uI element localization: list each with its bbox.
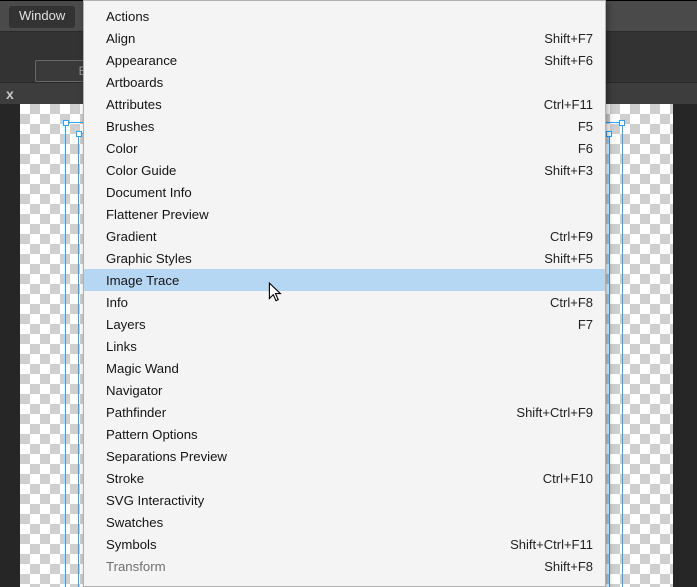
menu-item-label: Graphic Styles: [106, 251, 544, 266]
menu-item-shortcut: Ctrl+F8: [550, 295, 593, 310]
menu-item[interactable]: AlignShift+F7: [84, 27, 605, 49]
menu-item-label: Flattener Preview: [106, 207, 593, 222]
menu-item[interactable]: Graphic StylesShift+F5: [84, 247, 605, 269]
menu-window[interactable]: Window: [9, 6, 75, 28]
menu-item[interactable]: Artboards: [84, 71, 605, 93]
document-tab-close-icon[interactable]: x: [0, 83, 14, 105]
menu-item-label: Layers: [106, 317, 578, 332]
menu-item-label: Document Info: [106, 185, 593, 200]
menu-item[interactable]: InfoCtrl+F8: [84, 291, 605, 313]
menu-item-label: Brushes: [106, 119, 578, 134]
menu-item[interactable]: Color GuideShift+F3: [84, 159, 605, 181]
menu-item[interactable]: Links: [84, 335, 605, 357]
menu-item-label: SVG Interactivity: [106, 493, 593, 508]
menu-item-label: Color: [106, 141, 578, 156]
menu-item-shortcut: Shift+F3: [544, 163, 593, 178]
menu-item-label: Attributes: [106, 97, 544, 112]
menu-item-shortcut: Shift+F7: [544, 31, 593, 46]
menu-item-shortcut: Shift+Ctrl+F11: [510, 537, 593, 552]
menu-item-shortcut: Ctrl+F9: [550, 229, 593, 244]
menu-item-label: Appearance: [106, 53, 544, 68]
menu-item-shortcut: F7: [578, 317, 593, 332]
menu-item-shortcut: Ctrl+F11: [544, 97, 593, 112]
menu-item[interactable]: Navigator: [84, 379, 605, 401]
menu-item-shortcut: Shift+Ctrl+F9: [516, 405, 593, 420]
menu-item[interactable]: Pattern Options: [84, 423, 605, 445]
menu-item[interactable]: AppearanceShift+F6: [84, 49, 605, 71]
window-menu-dropdown: ActionsAlignShift+F7AppearanceShift+F6Ar…: [83, 0, 606, 587]
menu-item-label: Symbols: [106, 537, 510, 552]
menu-item-label: Pattern Options: [106, 427, 593, 442]
menu-item-label: Actions: [106, 9, 593, 24]
menu-item-label: Stroke: [106, 471, 543, 486]
menu-item[interactable]: TransformShift+F8: [84, 555, 605, 577]
menu-item[interactable]: SymbolsShift+Ctrl+F11: [84, 533, 605, 555]
menu-item[interactable]: Separations Preview: [84, 445, 605, 467]
menu-item-label: Align: [106, 31, 544, 46]
menu-item-shortcut: Shift+F6: [544, 53, 593, 68]
menu-item-shortcut: F5: [578, 119, 593, 134]
menu-item[interactable]: Flattener Preview: [84, 203, 605, 225]
menu-item[interactable]: Actions: [84, 5, 605, 27]
menu-item[interactable]: GradientCtrl+F9: [84, 225, 605, 247]
menu-item[interactable]: AttributesCtrl+F11: [84, 93, 605, 115]
menu-item-label: Magic Wand: [106, 361, 593, 376]
menu-item-label: Image Trace: [106, 273, 593, 288]
menu-item-shortcut: Ctrl+F10: [543, 471, 593, 486]
menu-item-label: Info: [106, 295, 550, 310]
menu-item[interactable]: Swatches: [84, 511, 605, 533]
menu-item-shortcut: Shift+F8: [544, 559, 593, 574]
menu-item[interactable]: BrushesF5: [84, 115, 605, 137]
menu-item-label: Swatches: [106, 515, 593, 530]
menu-item[interactable]: LayersF7: [84, 313, 605, 335]
menu-item-shortcut: F6: [578, 141, 593, 156]
menu-item[interactable]: SVG Interactivity: [84, 489, 605, 511]
menu-item-label: Transform: [106, 559, 544, 574]
menu-item-label: Pathfinder: [106, 405, 516, 420]
menu-item[interactable]: PathfinderShift+Ctrl+F9: [84, 401, 605, 423]
menu-item[interactable]: ColorF6: [84, 137, 605, 159]
menu-item[interactable]: Image Trace: [84, 269, 605, 291]
menu-item-label: Gradient: [106, 229, 550, 244]
menu-item[interactable]: Document Info: [84, 181, 605, 203]
menu-item[interactable]: StrokeCtrl+F10: [84, 467, 605, 489]
menu-item[interactable]: Magic Wand: [84, 357, 605, 379]
menu-item-label: Color Guide: [106, 163, 544, 178]
menu-item-label: Artboards: [106, 75, 593, 90]
menu-item-label: Links: [106, 339, 593, 354]
menu-item-label: Navigator: [106, 383, 593, 398]
menu-item-shortcut: Shift+F5: [544, 251, 593, 266]
menu-item-label: Separations Preview: [106, 449, 593, 464]
